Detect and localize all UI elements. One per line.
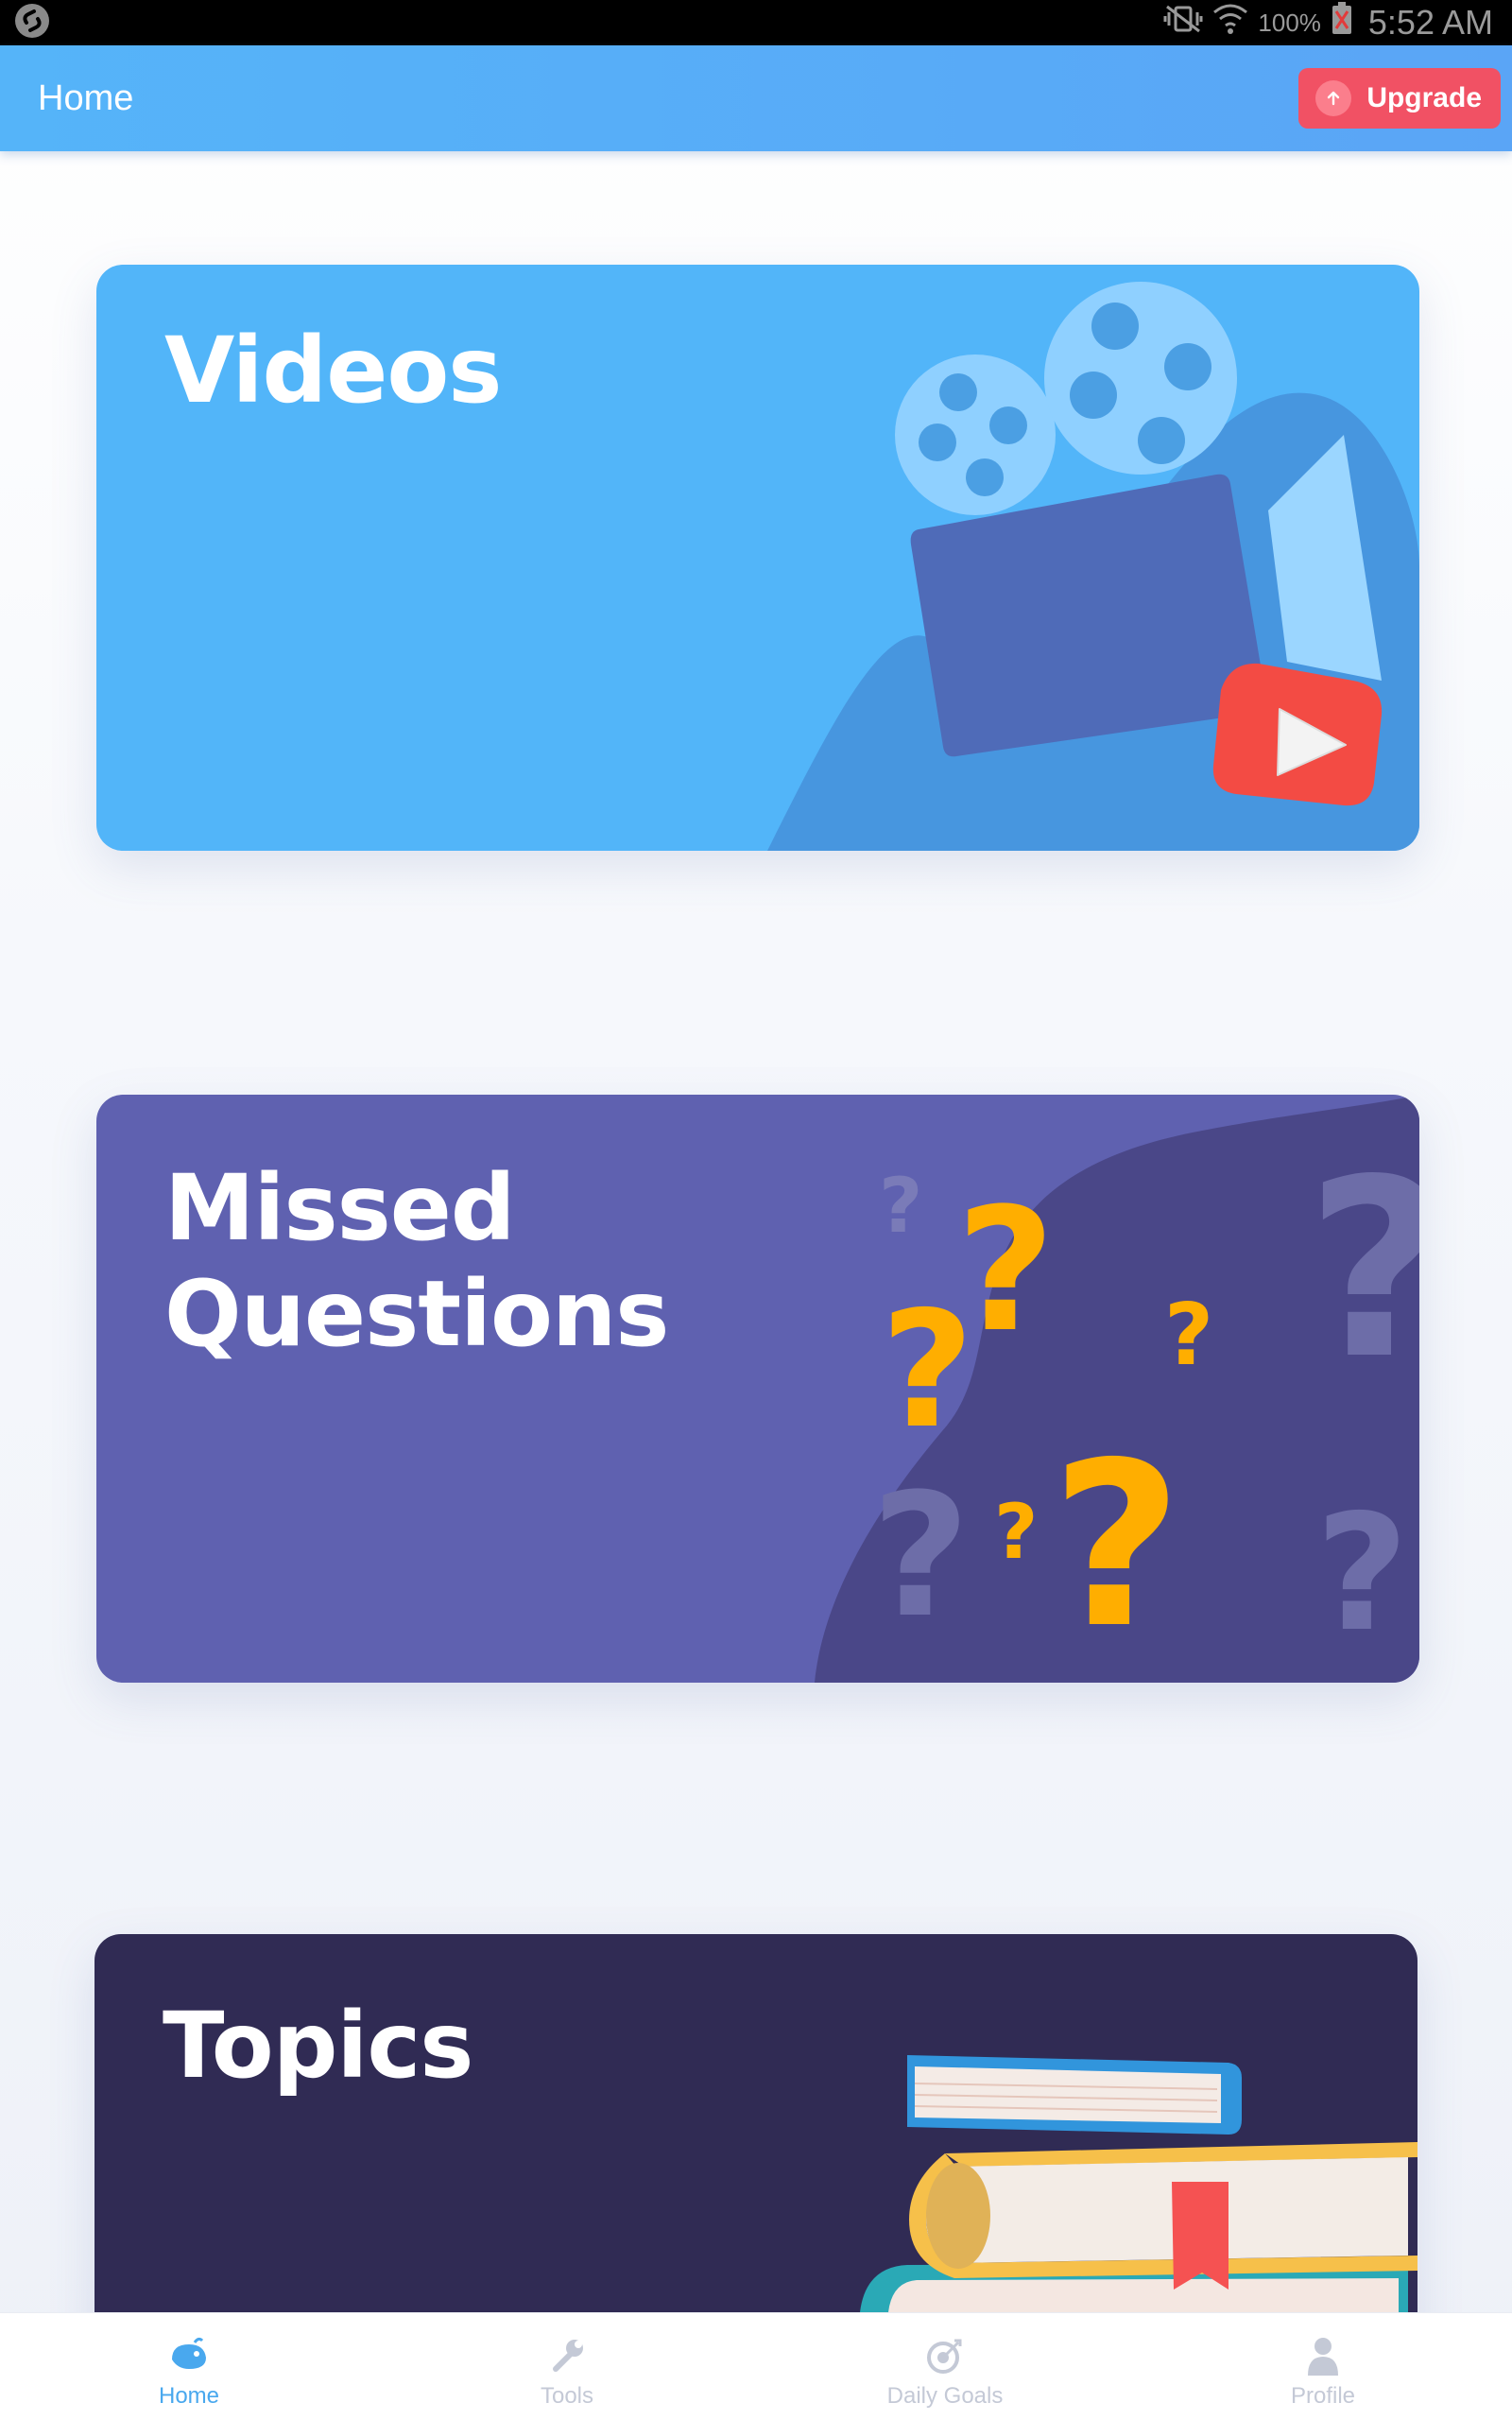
whale-icon — [165, 2332, 213, 2379]
clock: 5:52 AM — [1367, 3, 1493, 42]
question-marks-illustration: ? ? ? ? ? ? ? ? ? — [815, 1095, 1419, 1683]
battery-icon — [1331, 1, 1353, 44]
videos-card[interactable]: Videos — [96, 265, 1419, 851]
svg-text:?: ? — [881, 1277, 974, 1464]
person-icon — [1299, 2332, 1347, 2379]
svg-text:?: ? — [871, 1458, 970, 1655]
video-projector-illustration — [767, 282, 1419, 851]
wifi-icon — [1212, 3, 1248, 43]
missed-questions-card[interactable]: Missed Questions ? ? ? ? ? ? ? ? ? — [96, 1095, 1419, 1683]
nav-item-profile[interactable]: Profile — [1134, 2313, 1512, 2420]
nav-item-home[interactable]: Home — [0, 2313, 378, 2420]
svg-text:?: ? — [994, 1488, 1038, 1576]
wrench-icon — [543, 2332, 591, 2379]
nav-item-daily-goals[interactable]: Daily Goals — [756, 2313, 1134, 2420]
nav-label-tools: Tools — [540, 2383, 594, 2409]
book-stack-illustration — [860, 2055, 1418, 2312]
svg-text:?: ? — [879, 1162, 922, 1250]
topics-card-title: Topics — [163, 1993, 473, 2099]
nav-label-profile: Profile — [1290, 2383, 1356, 2409]
shazam-icon — [13, 2, 51, 44]
vibrate-mute-icon — [1163, 3, 1203, 43]
nav-label-home: Home — [158, 2383, 220, 2409]
nav-label-daily-goals: Daily Goals — [886, 2383, 1004, 2409]
svg-text:?: ? — [1315, 1480, 1409, 1668]
missed-questions-card-title: Missed Questions — [164, 1155, 669, 1367]
svg-text:?: ? — [1051, 1413, 1182, 1678]
target-icon — [921, 2332, 969, 2379]
page-title: Home — [38, 78, 134, 118]
bottom-nav: Home Tools Daily Goals Profile — [0, 2312, 1512, 2420]
app-bar: Home Upgrade — [0, 45, 1512, 151]
videos-card-title: Videos — [164, 318, 502, 424]
status-bar: 100% 5:52 AM — [0, 0, 1512, 45]
upgrade-label: Upgrade — [1366, 82, 1482, 113]
svg-text:?: ? — [1306, 1128, 1419, 1413]
svg-text:?: ? — [1164, 1286, 1213, 1385]
upgrade-button[interactable]: Upgrade — [1298, 68, 1501, 129]
battery-percent: 100% — [1258, 8, 1321, 37]
arrow-up-icon — [1315, 80, 1352, 116]
nav-item-tools[interactable]: Tools — [378, 2313, 756, 2420]
